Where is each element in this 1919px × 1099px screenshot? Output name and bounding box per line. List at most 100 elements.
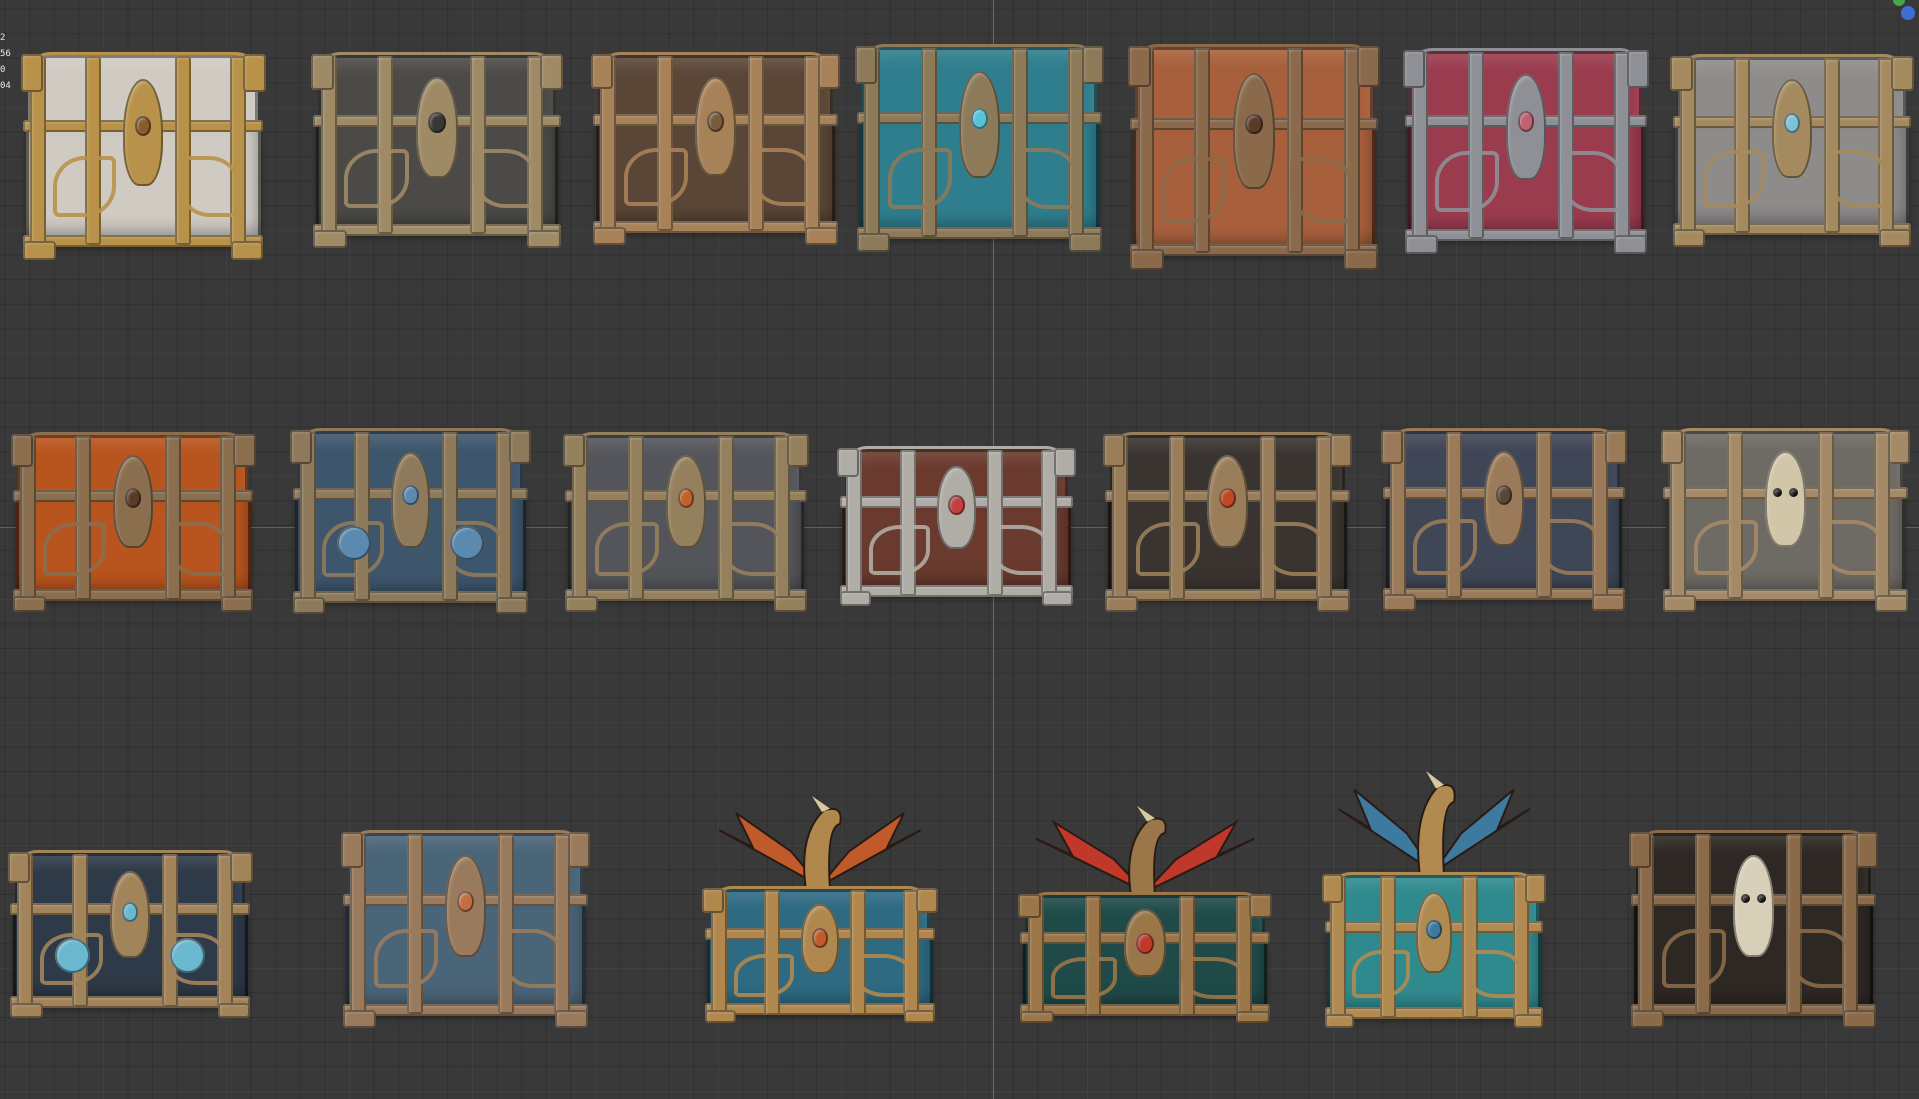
chest-corner-cap [562, 434, 586, 467]
chest-teal-jewel[interactable] [852, 44, 1107, 254]
chest-trim-band [565, 589, 807, 601]
chest-ornament [1263, 521, 1328, 577]
chest-foot [496, 597, 529, 614]
chest-strap [850, 890, 867, 1015]
chest-corner-cap [1081, 46, 1105, 84]
chest-corner-cap [1017, 894, 1041, 918]
gem-icon [970, 108, 989, 129]
chest-foot [554, 1010, 588, 1028]
chest-foot [527, 230, 561, 248]
chest-foot [1344, 249, 1378, 270]
chest-ornament [344, 149, 409, 209]
chest-white-gold[interactable] [18, 52, 268, 262]
chest-corner-cap [10, 434, 33, 467]
chest-foot [1672, 229, 1706, 247]
chest-blue-swirl[interactable] [288, 428, 533, 616]
viewport-stats-overlay: 2 56 0 04 [0, 30, 11, 94]
chest-orange-wood[interactable] [8, 432, 258, 614]
chest-corner-cap [7, 852, 30, 883]
skull-eye-icon [1788, 487, 1798, 497]
chest-ornament [1161, 156, 1226, 223]
stat-line: 56 [0, 49, 11, 59]
chest-trim-band [1405, 229, 1647, 241]
chest-trim-band [1105, 589, 1350, 601]
chest-red-dragon[interactable] [1015, 806, 1275, 1025]
chest-trim-band [1383, 588, 1625, 600]
chest-corner-cap [233, 434, 256, 467]
chest-foot [1405, 235, 1438, 254]
chest-strap [1178, 896, 1195, 1016]
chest-ornament [1789, 928, 1854, 988]
chest-trim-band [23, 235, 263, 247]
gizmo-z-dot[interactable] [1901, 6, 1915, 20]
chest-corner-cap [540, 54, 564, 90]
chest-trim-band [839, 585, 1074, 597]
chest-ornament [623, 147, 688, 206]
skull-icon [1765, 451, 1806, 547]
chest-slate-bronze[interactable] [1378, 428, 1630, 613]
chest-foot [1316, 596, 1350, 612]
chest-grey-iron[interactable] [560, 432, 812, 614]
chest-crimson-steel[interactable] [1400, 48, 1652, 256]
chest-copper-flame[interactable] [1125, 44, 1383, 272]
chest-foot [1068, 233, 1102, 252]
chest-corner-cap [1402, 50, 1426, 88]
chest-foot [1631, 1010, 1665, 1028]
gizmo-y-dot[interactable] [1893, 0, 1905, 6]
chest-ornament [373, 928, 438, 988]
chest-foot [1020, 1011, 1054, 1023]
chest-ornament [1015, 147, 1080, 210]
chest-trim-band [10, 996, 250, 1008]
chest-foot [774, 596, 807, 612]
chest-brown-silver[interactable] [835, 446, 1078, 608]
chest-strap [1536, 432, 1553, 598]
chest-blue-wings[interactable] [338, 830, 593, 1030]
chest-grey-skull[interactable] [1658, 428, 1913, 614]
chest-dragon-blue[interactable] [700, 796, 940, 1025]
chest-ornament [473, 149, 538, 209]
chest-corner-cap [1329, 434, 1353, 467]
chest-foot [1324, 1014, 1355, 1028]
chest-trim-band [593, 221, 838, 233]
chest-trim-band [292, 591, 529, 603]
chest-foot [565, 596, 598, 612]
chest-corner-cap [837, 448, 860, 477]
chest-red-dark[interactable] [1100, 432, 1355, 614]
chest-ornament [43, 521, 106, 577]
gem-icon [428, 112, 446, 134]
gem-icon [124, 487, 142, 508]
chest-strap [718, 436, 735, 600]
chest-strap [1462, 876, 1479, 1018]
chest-strap [1287, 48, 1304, 253]
chest-ornament [853, 953, 915, 998]
chest-steel-ornate[interactable] [308, 52, 566, 250]
chest-corner-cap [1891, 56, 1914, 91]
chest-strap [1012, 48, 1029, 237]
chest-corner-cap [916, 888, 938, 913]
chest-trim-band [1324, 1007, 1544, 1019]
chest-corner-cap [1628, 832, 1652, 868]
chest-foot [1592, 594, 1625, 611]
chest-corner-cap [1660, 430, 1684, 464]
chest-foot [1041, 591, 1074, 606]
chest-bronze-spade[interactable] [588, 52, 843, 247]
3d-viewport[interactable]: 2 56 0 04 [0, 0, 1919, 1099]
chest-foot [1874, 595, 1908, 612]
chest-corner-cap [1604, 430, 1628, 464]
chest-trim-band [1672, 223, 1912, 235]
chest-foot [1878, 229, 1912, 247]
stat-line: 0 [0, 65, 6, 75]
chest-blue-eyes[interactable] [5, 850, 255, 1020]
gem-icon [1495, 484, 1513, 505]
chest-foot [1383, 594, 1416, 611]
chest-corner-cap [1525, 874, 1546, 903]
chest-dark-skull[interactable] [1626, 830, 1881, 1030]
chest-foot [230, 241, 263, 260]
chest-corner-cap [1249, 894, 1273, 918]
chest-ornament [1539, 519, 1603, 575]
gem-icon [1426, 920, 1442, 939]
chest-foot [839, 591, 872, 606]
chest-silver-dome[interactable] [1668, 54, 1916, 249]
navigation-gizmo-icon[interactable] [1889, 0, 1919, 22]
chest-teal-dragon[interactable] [1320, 771, 1548, 1030]
